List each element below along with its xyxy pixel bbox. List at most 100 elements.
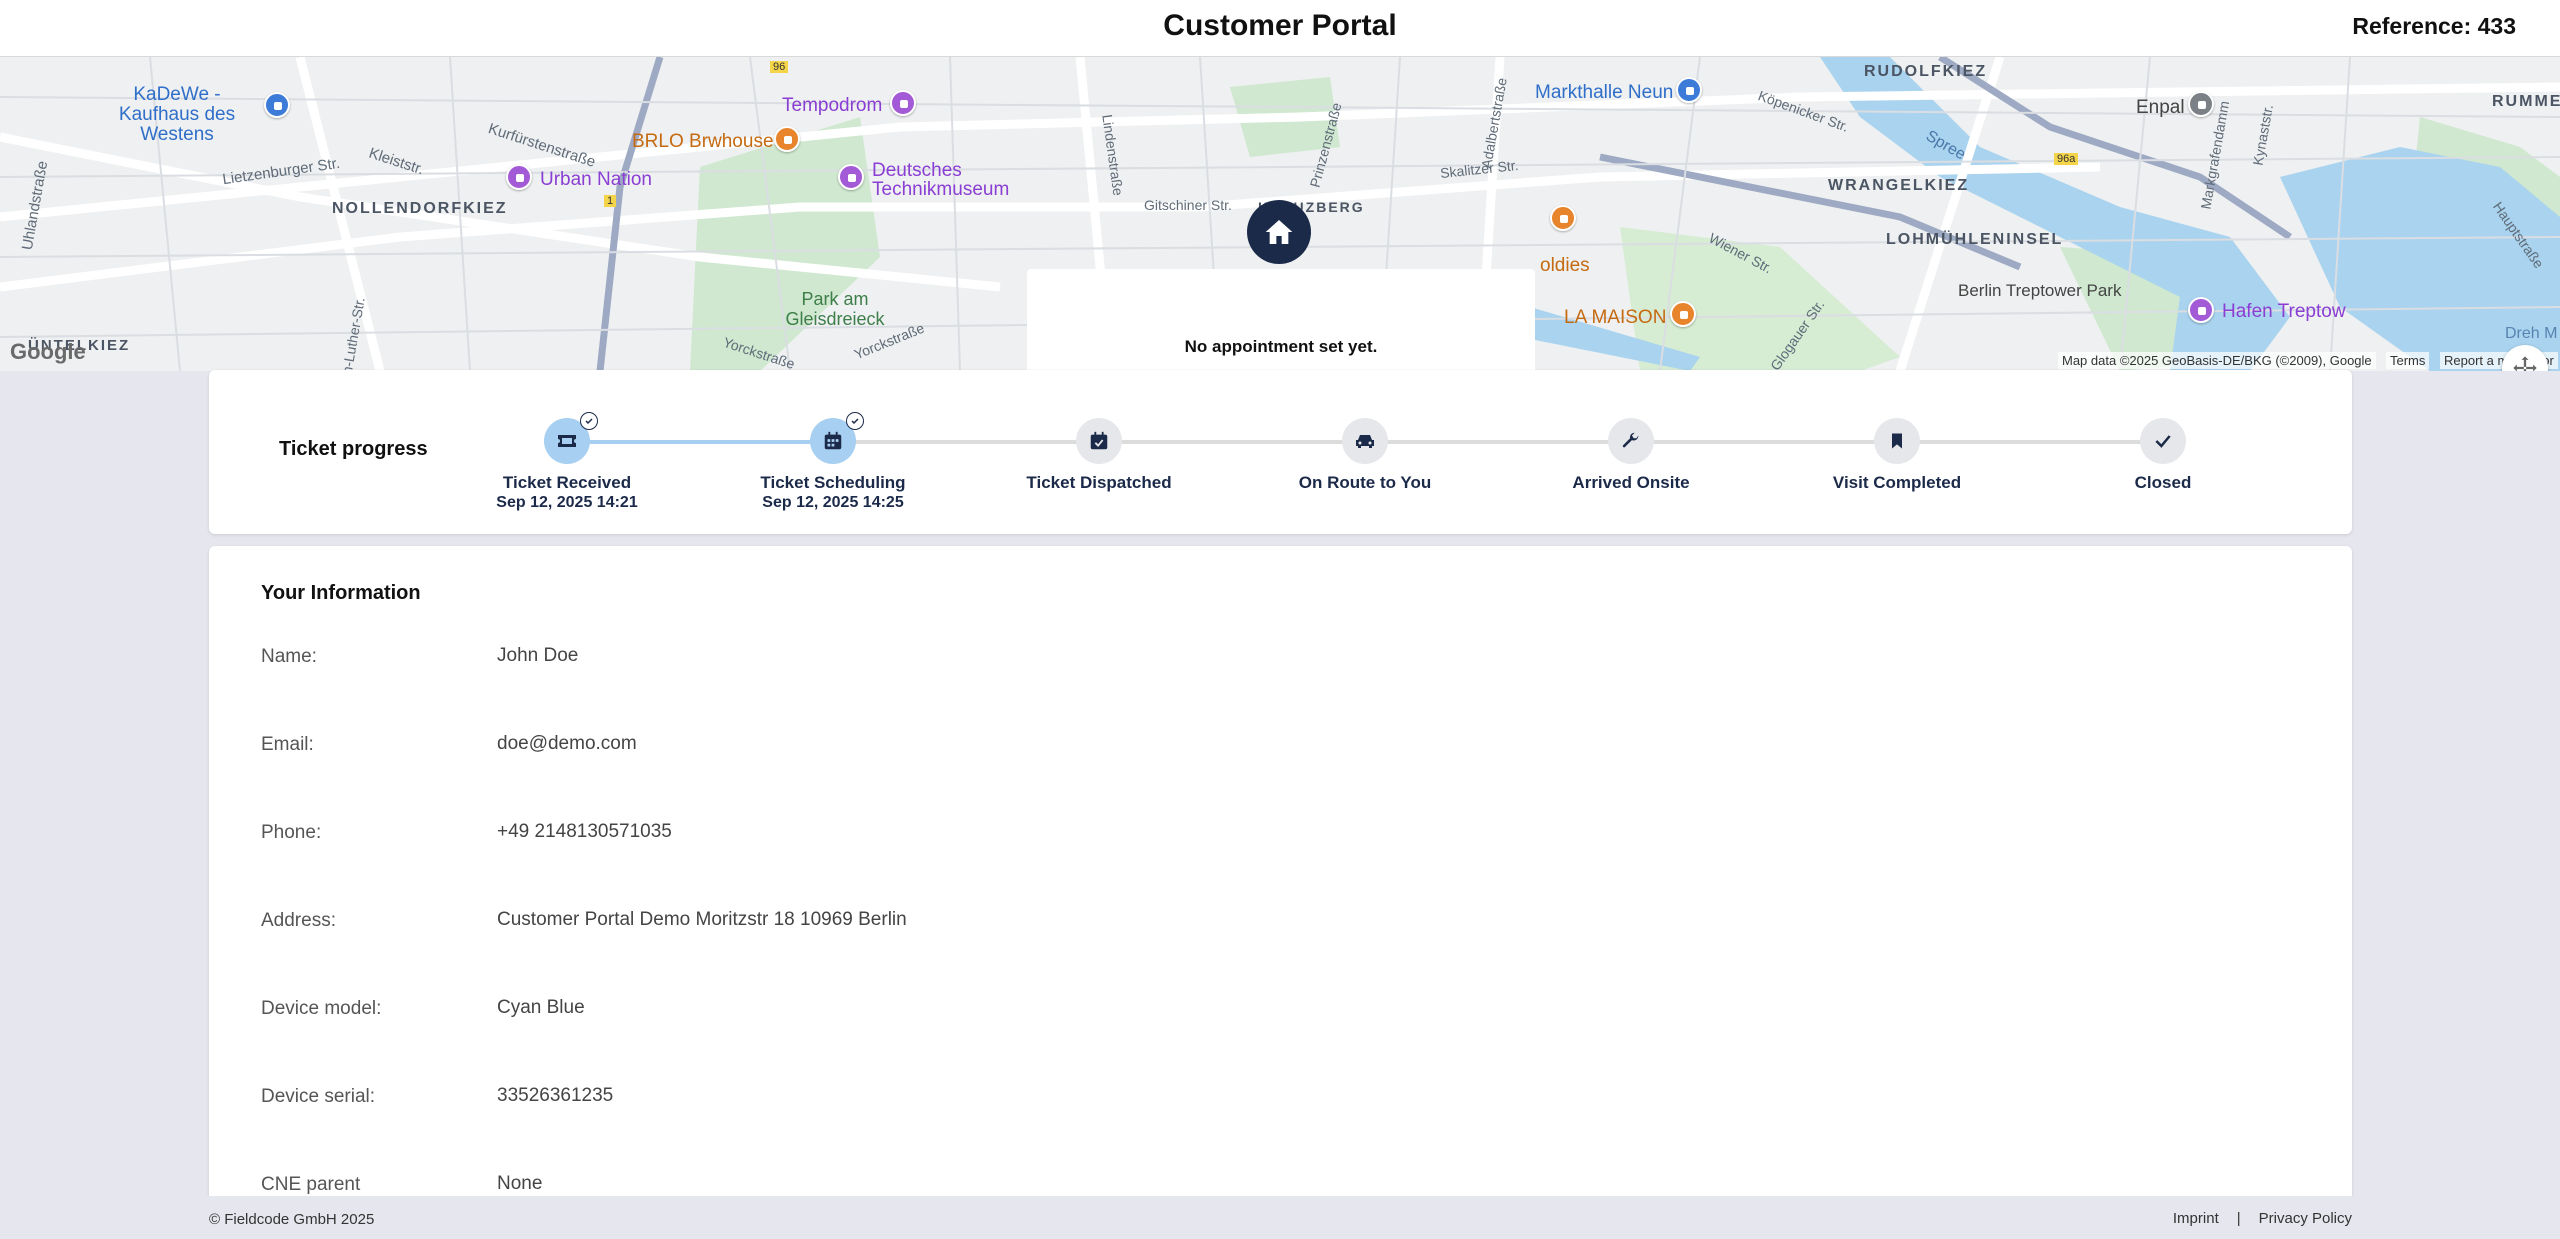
info-label: CNE parent <box>261 1174 361 1195</box>
wrench-icon <box>1622 432 1639 448</box>
home-location-marker[interactable] <box>1247 200 1311 264</box>
calendar-check-icon <box>1090 431 1108 450</box>
map-label-technikmuseum: Deutsches Technikmuseum <box>872 160 1010 200</box>
footer-links: Imprint | Privacy Policy <box>2173 1210 2352 1227</box>
step-on-route: On Route to You <box>1255 418 1475 493</box>
reference-number: Reference: 433 <box>2352 13 2516 39</box>
step-circle <box>1342 418 1388 464</box>
location-map[interactable]: KaDeWe - Kaufhaus des Westens Tempodrom … <box>0 57 2560 371</box>
info-label: Name: <box>261 646 317 667</box>
market-pin-icon[interactable] <box>1676 77 1702 103</box>
step-ticket-scheduling: Ticket Scheduling Sep 12, 2025 14:25 <box>723 412 943 513</box>
map-label-hafen-treptow: Hafen Treptow <box>2222 301 2346 322</box>
enpal-pin-icon[interactable] <box>2188 91 2214 117</box>
step-check-icon <box>580 412 598 430</box>
info-label: Email: <box>261 734 314 755</box>
information-title: Your Information <box>261 582 421 604</box>
map-label-lohmuehleninsel: LOHMÜHLENINSEL <box>1886 231 2064 248</box>
map-label-wrangelkiez: WRANGELKIEZ <box>1828 177 1970 194</box>
map-label-urban-nation: Urban Nation <box>540 169 652 190</box>
info-value: None <box>497 1173 543 1194</box>
urban-nation-pin-icon[interactable] <box>506 164 532 190</box>
step-circle <box>1874 418 1920 464</box>
step-ticket-dispatched: Ticket Dispatched <box>989 418 1209 493</box>
map-label-enpal: Enpal <box>2136 97 2185 118</box>
map-label-brlo: BRLO Brwhouse <box>632 131 774 152</box>
step-label: On Route to You <box>1298 473 1432 492</box>
map-label-markthalle: Markthalle Neun <box>1535 82 1674 103</box>
appointment-info-card: No appointment set yet. <box>1027 269 1535 371</box>
check-icon <box>2155 435 2171 448</box>
customer-information-card: Your Information Name: John Doe Email: d… <box>209 546 2352 1239</box>
restaurant-pin-icon[interactable] <box>1550 205 1576 231</box>
map-label-rummels: RUMMELS <box>2492 93 2560 110</box>
info-value: 33526361235 <box>497 1085 614 1106</box>
ticket-icon <box>558 435 576 447</box>
step-date: Sep 12, 2025 14:21 <box>496 494 638 511</box>
step-label: Closed <box>2134 473 2192 492</box>
step-label: Ticket Scheduling <box>760 473 906 492</box>
step-circle <box>1608 418 1654 464</box>
info-label: Phone: <box>261 822 322 843</box>
step-visit-completed: Visit Completed <box>1787 418 2007 493</box>
step-arrived-onsite: Arrived Onsite <box>1521 418 1741 493</box>
page-header: Customer Portal Reference: 433 <box>0 0 2560 57</box>
harbor-pin-icon[interactable] <box>2188 297 2214 323</box>
step-label: Visit Completed <box>1832 473 1962 492</box>
map-terms-link[interactable]: Terms <box>2386 352 2430 369</box>
ticket-progress-card: Ticket progress Ticket Received Sep 12, … <box>209 370 2352 534</box>
map-label-goldies: oldies <box>1540 255 1590 276</box>
map-road-96a-icon: 96a <box>2054 153 2079 165</box>
step-circle <box>2140 418 2186 464</box>
map-label-gitschiner: Gitschiner Str. <box>1144 197 1232 213</box>
step-check-icon <box>846 412 864 430</box>
map-label-dreh: Dreh M <box>2505 325 2558 342</box>
map-label-rudolfkiez: RUDOLFKIEZ <box>1864 63 1988 80</box>
copyright-text: © Fieldcode GmbH 2025 <box>209 1211 375 1228</box>
map-attribution: Map data ©2025 GeoBasis-DE/BKG (©2009), … <box>2058 352 2376 369</box>
step-label: Ticket Received <box>502 473 632 492</box>
step-ticket-received: Ticket Received Sep 12, 2025 14:21 <box>457 412 677 513</box>
home-icon <box>1265 220 1293 244</box>
step-date: Sep 12, 2025 14:25 <box>762 494 904 511</box>
imprint-link[interactable]: Imprint <box>2173 1210 2219 1227</box>
shopping-pin-icon[interactable] <box>264 92 290 118</box>
bookmark-icon <box>1892 433 1902 449</box>
info-label: Device serial: <box>261 1086 376 1107</box>
step-circle <box>1076 418 1122 464</box>
map-label-tempodrom: Tempodrom <box>782 95 883 116</box>
map-road-96-icon: 96 <box>770 61 789 73</box>
tempodrom-pin-icon[interactable] <box>890 90 916 116</box>
page-footer: © Fieldcode GmbH 2025 Imprint | Privacy … <box>0 1196 2560 1239</box>
map-road-1-icon: 1 <box>604 195 617 207</box>
step-label: Arrived Onsite <box>1572 473 1690 492</box>
step-closed: Closed <box>2053 418 2273 493</box>
step-label: Ticket Dispatched <box>1026 473 1172 492</box>
fullscreen-icon <box>2513 356 2537 371</box>
info-value: John Doe <box>497 645 579 666</box>
no-appointment-text: No appointment set yet. <box>1184 337 1378 356</box>
google-logo: Google <box>10 339 86 364</box>
info-value: doe@demo.com <box>497 733 637 754</box>
info-value: Cyan Blue <box>497 997 585 1018</box>
car-icon <box>1356 435 1374 448</box>
step-circle <box>544 412 598 464</box>
step-circle <box>810 412 864 464</box>
museum-pin-icon[interactable] <box>838 164 864 190</box>
ticket-progress-title: Ticket progress <box>279 438 428 460</box>
info-label: Device model: <box>261 998 382 1019</box>
map-label-park-gleisdreieck: Park am Gleisdreieck <box>785 289 885 329</box>
footer-separator: | <box>2236 1210 2241 1227</box>
info-value: +49 2148130571035 <box>497 821 672 842</box>
map-label-kadewe: KaDeWe - Kaufhaus des Westens <box>118 84 236 145</box>
map-label-la-maison: LA MAISON <box>1564 307 1667 328</box>
brewery-pin-icon[interactable] <box>774 126 800 152</box>
calendar-icon <box>824 431 842 450</box>
privacy-policy-link[interactable]: Privacy Policy <box>2259 1210 2352 1227</box>
page-title: Customer Portal <box>1163 9 1397 42</box>
info-label: Address: <box>261 910 336 931</box>
map-label-treptower-park: Berlin Treptower Park <box>1958 281 2122 300</box>
cafe-pin-icon[interactable] <box>1670 301 1696 327</box>
info-value: Customer Portal Demo Moritzstr 18 10969 … <box>497 909 907 930</box>
map-label-nollendorfkiez: NOLLENDORFKIEZ <box>332 200 508 217</box>
